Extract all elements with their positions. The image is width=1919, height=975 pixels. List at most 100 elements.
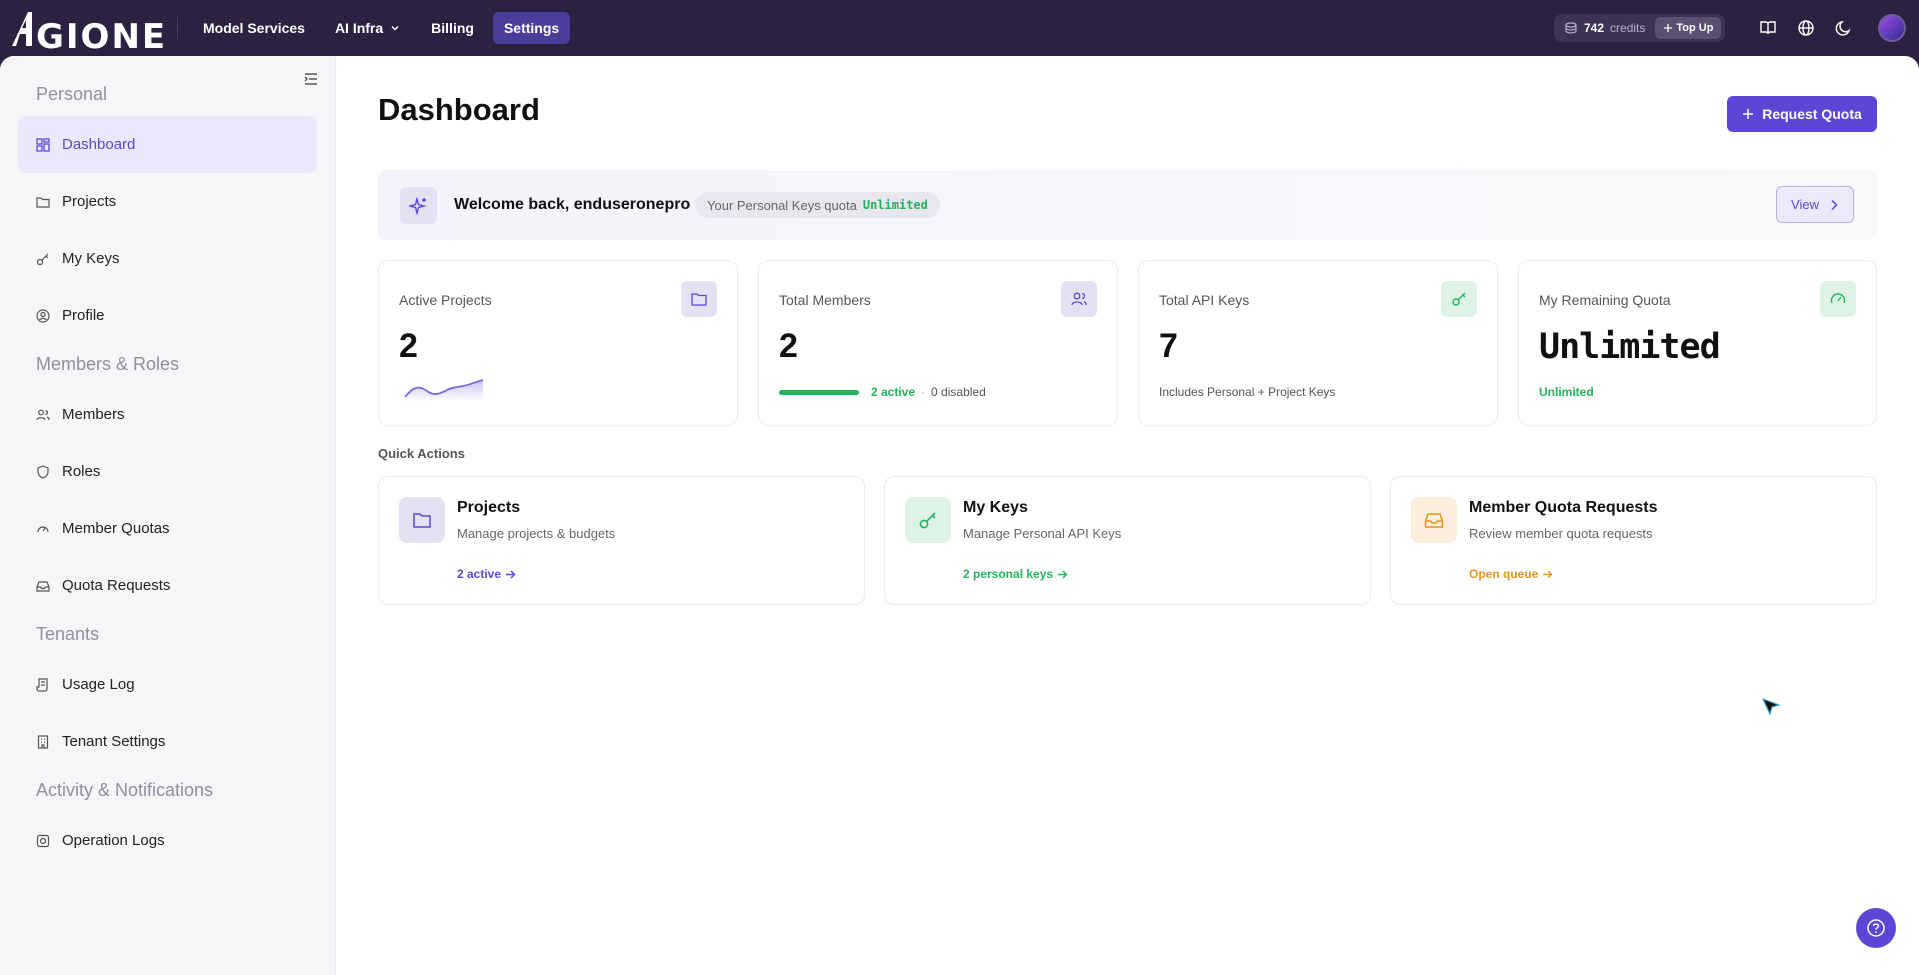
sidebar-item-my-keys[interactable]: My Keys xyxy=(18,230,317,287)
mouse-cursor-icon xyxy=(1761,697,1781,716)
members-breakdown: 2 active · 0 disabled xyxy=(779,385,986,399)
sidebar-item-quota-requests[interactable]: Quota Requests xyxy=(18,557,317,614)
building-icon xyxy=(37,734,49,749)
help-icon xyxy=(1867,919,1885,937)
projects-sparkline xyxy=(404,379,484,401)
qa-folder-icon-wrap xyxy=(399,497,445,543)
users-icon xyxy=(36,409,50,420)
section-activity: Activity & Notifications xyxy=(36,780,214,800)
folder-icon xyxy=(691,293,707,306)
users-icon xyxy=(1071,292,1087,306)
view-button[interactable]: View xyxy=(1776,186,1854,223)
sidebar-item-projects[interactable]: Projects xyxy=(18,173,317,230)
sidebar-collapse-icon[interactable] xyxy=(302,70,320,88)
request-quota-button[interactable]: Request Quota xyxy=(1727,96,1877,132)
quota-pill-label: Your Personal Keys quota xyxy=(707,197,857,213)
qa-key-icon-wrap xyxy=(905,497,951,543)
main-frame: Personal Dashboard Projects My Keys Prof… xyxy=(0,56,1919,975)
stat-users-icon-wrap xyxy=(1061,281,1097,317)
sparkles-icon-wrap xyxy=(400,187,437,224)
user-circle-icon xyxy=(36,308,50,323)
sidebar-item-profile[interactable]: Profile xyxy=(18,287,317,344)
members-disabled-count: 0 disabled xyxy=(931,385,986,399)
qa-inbox-icon-wrap xyxy=(1411,497,1457,543)
app-logo[interactable]: GIONE xyxy=(10,6,170,50)
members-progress-fill xyxy=(779,389,859,395)
chevron-right-icon xyxy=(1831,199,1838,210)
quota-pill-value: Unlimited xyxy=(862,198,928,212)
stat-gauge-icon-wrap xyxy=(1820,281,1856,317)
arrow-right-icon xyxy=(1543,570,1553,578)
sidebar-item-member-quotas[interactable]: Member Quotas xyxy=(18,500,317,557)
sidebar: Personal Dashboard Projects My Keys Prof… xyxy=(0,56,336,975)
main-nav: Model Services AI Infra Billing Settings xyxy=(192,12,571,44)
key-icon xyxy=(36,253,49,265)
stat-active-projects: Active Projects 2 xyxy=(378,260,738,426)
credits-widget: 742 credits Top Up xyxy=(1554,14,1726,42)
sparkles-icon xyxy=(408,195,427,216)
nav-settings[interactable]: Settings xyxy=(492,12,571,44)
stat-total-members: Total Members 2 2 active · 0 disabled xyxy=(758,260,1118,426)
dashboard-icon xyxy=(36,137,50,152)
top-up-button[interactable]: Top Up xyxy=(1655,17,1722,39)
qa-quota-requests-link[interactable]: Open queue xyxy=(1469,567,1553,581)
logo-divider xyxy=(177,17,178,39)
section-personal: Personal xyxy=(36,84,108,104)
nav-billing[interactable]: Billing xyxy=(420,12,485,44)
page-title: Dashboard xyxy=(378,92,540,127)
stat-total-api-keys: Total API Keys 7 Includes Personal + Pro… xyxy=(1138,260,1498,426)
members-active-count: 2 active xyxy=(871,385,916,399)
section-tenants: Tenants xyxy=(36,624,100,644)
coins-icon xyxy=(1565,22,1577,34)
sidebar-item-tenant-settings[interactable]: Tenant Settings xyxy=(18,713,317,770)
stat-folder-icon-wrap xyxy=(681,281,717,317)
chevron-down-icon xyxy=(391,26,399,31)
folder-icon xyxy=(36,196,50,208)
help-button[interactable] xyxy=(1856,908,1896,948)
sidebar-item-dashboard[interactable]: Dashboard xyxy=(18,116,317,173)
quick-action-projects[interactable]: Projects Manage projects & budgets 2 act… xyxy=(378,476,865,605)
credits-amount: 742 xyxy=(1584,21,1605,35)
qa-my-keys-link[interactable]: 2 personal keys xyxy=(963,567,1068,581)
stat-remaining-quota: My Remaining Quota Unlimited Unlimited xyxy=(1518,260,1877,426)
plus-icon xyxy=(1743,109,1754,119)
nav-model-services[interactable]: Model Services xyxy=(192,12,316,44)
svg-text:GIONE: GIONE xyxy=(36,17,167,50)
inbox-icon xyxy=(36,580,50,592)
personal-quota-pill: Your Personal Keys quota Unlimited xyxy=(695,192,940,218)
quick-action-quota-requests[interactable]: Member Quota Requests Review member quot… xyxy=(1390,476,1877,605)
arrow-right-icon xyxy=(506,570,516,578)
plus-icon xyxy=(1664,24,1673,32)
sidebar-item-roles[interactable]: Roles xyxy=(18,443,317,500)
dot-separator: · xyxy=(921,385,926,399)
nav-ai-infra[interactable]: AI Infra xyxy=(324,12,412,44)
qa-projects-link[interactable]: 2 active xyxy=(457,567,516,581)
stat-key-icon-wrap xyxy=(1441,281,1477,317)
section-members-roles: Members & Roles xyxy=(36,354,180,374)
sidebar-item-members[interactable]: Members xyxy=(18,386,317,443)
members-progress-bar xyxy=(779,389,859,395)
scroll-icon xyxy=(36,677,48,692)
gauge-icon xyxy=(1830,293,1846,304)
key-icon xyxy=(1452,292,1466,306)
sidebar-item-usage-log[interactable]: Usage Log xyxy=(18,656,317,713)
welcome-text: Welcome back, enduseronepro xyxy=(454,196,691,213)
logo-mark: GIONE xyxy=(12,12,167,50)
welcome-banner: Welcome back, enduseronepro Your Persona… xyxy=(378,170,1877,240)
globe-icon[interactable] xyxy=(1796,18,1816,38)
book-icon[interactable] xyxy=(1758,18,1778,38)
sidebar-item-operation-logs[interactable]: Operation Logs xyxy=(18,812,317,869)
credits-label: credits xyxy=(1610,21,1646,35)
inbox-icon xyxy=(1424,513,1444,528)
log-icon xyxy=(36,834,50,847)
gauge-icon xyxy=(37,525,49,532)
quick-actions-title: Quick Actions xyxy=(378,446,465,461)
top-bar: GIONE Model Services AI Infra Billing Se… xyxy=(0,0,1919,56)
shield-icon xyxy=(37,464,49,479)
arrow-right-icon xyxy=(1058,570,1068,578)
moon-icon[interactable] xyxy=(1834,18,1854,38)
folder-icon xyxy=(413,513,431,528)
key-icon xyxy=(919,512,936,529)
user-avatar[interactable] xyxy=(1878,14,1906,42)
quick-action-my-keys[interactable]: My Keys Manage Personal API Keys 2 perso… xyxy=(884,476,1371,605)
